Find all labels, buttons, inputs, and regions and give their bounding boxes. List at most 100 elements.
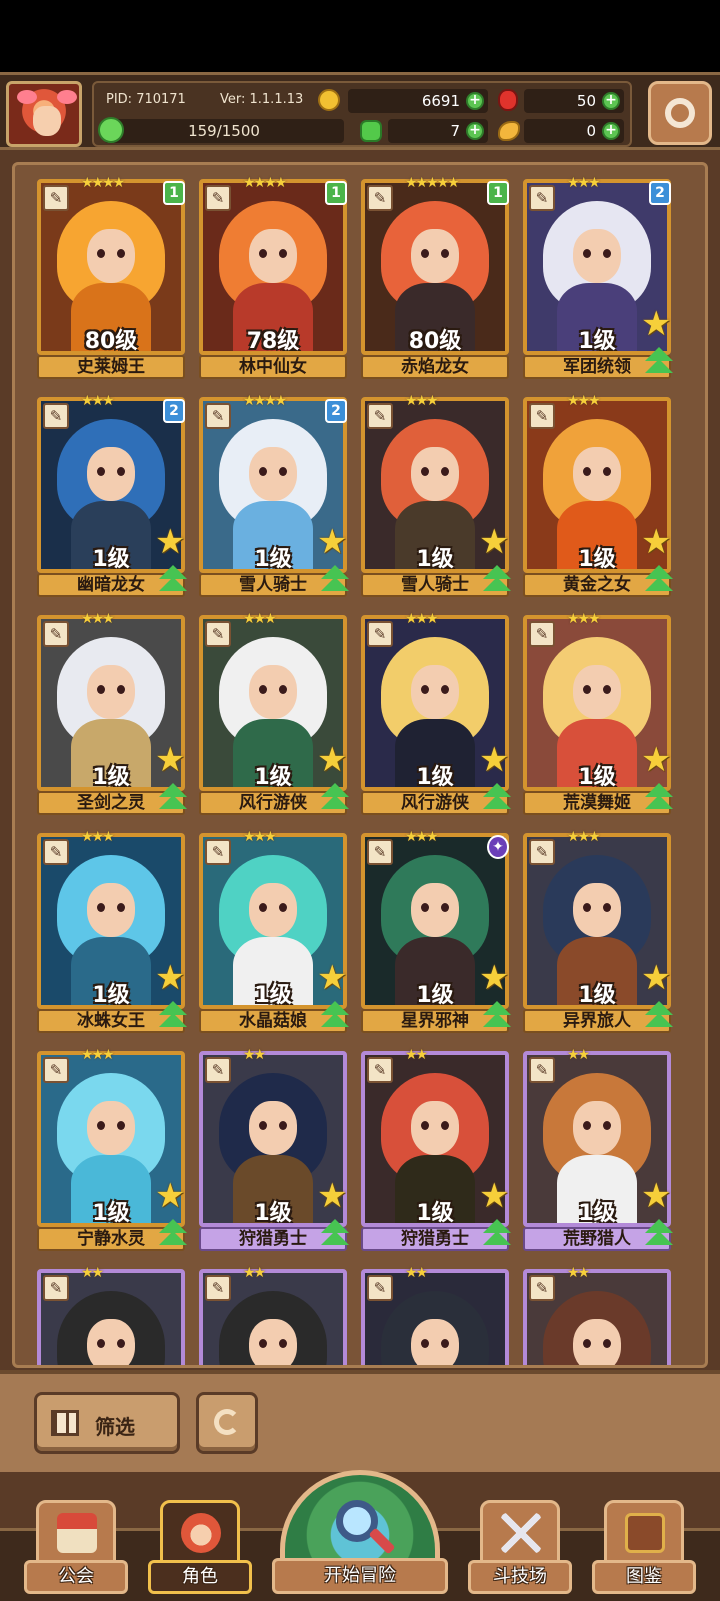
level-up-arrow-icon[interactable]	[643, 1219, 675, 1249]
hero-card[interactable]: ✎ 1级 ★★★ 水晶菇娘 ★	[199, 829, 349, 1033]
add-gold-button[interactable]: +	[466, 92, 484, 110]
hero-card[interactable]: ✎ 1级 ★★★ 风行游侠 ★	[199, 611, 349, 815]
hero-eye	[583, 1121, 591, 1130]
avatar-bow-right	[57, 90, 77, 104]
star-upgrade-icon[interactable]: ★	[479, 743, 513, 777]
level-up-arrow-icon[interactable]	[643, 565, 675, 595]
hero-card[interactable]: ✎ 80级 ★★★★ 1 史莱姆王	[37, 175, 185, 379]
level-up-arrow-icon[interactable]	[319, 783, 351, 813]
level-up-arrow-icon[interactable]	[481, 1001, 513, 1031]
hero-stars: ★★★	[405, 829, 439, 845]
level-up-arrow-icon[interactable]	[157, 1001, 189, 1031]
hero-face	[249, 883, 297, 937]
hero-card[interactable]: ✎ 1级 ★★★ 雪人骑士 ★	[361, 393, 511, 597]
level-up-arrow-icon[interactable]	[157, 783, 189, 813]
hero-eye	[117, 467, 125, 476]
filter-button[interactable]: 筛选	[34, 1392, 180, 1454]
hero-eye	[603, 1339, 611, 1348]
level-up-arrow-icon[interactable]	[319, 565, 351, 595]
refresh-button[interactable]	[196, 1392, 258, 1454]
resource-panel: PID: 710171 Ver: 1.1.1.13 6691 + 50 + 15…	[92, 81, 632, 147]
star-upgrade-icon[interactable]: ★	[641, 307, 675, 341]
add-ruby-button[interactable]: +	[602, 92, 620, 110]
star-upgrade-icon[interactable]: ★	[479, 1179, 513, 1213]
hero-eye	[583, 903, 591, 912]
hero-face	[411, 883, 459, 937]
hero-stars: ★★	[243, 1265, 266, 1281]
level-up-arrow-icon[interactable]	[643, 347, 675, 377]
nav-codex-label: 图鉴	[592, 1560, 696, 1594]
hero-card[interactable]: ✎ 1级 ★★ 荒野猎人 ★	[523, 1047, 673, 1251]
hero-eye	[441, 249, 449, 258]
hero-card[interactable]: ✎ ★★	[361, 1265, 509, 1365]
star-upgrade-icon[interactable]: ★	[155, 743, 189, 777]
hero-card[interactable]: ✎ 1级 ★★★ 圣剑之灵 ★	[37, 611, 187, 815]
settings-button[interactable]	[648, 81, 712, 145]
star-upgrade-icon[interactable]: ★	[479, 525, 513, 559]
level-up-arrow-icon[interactable]	[319, 1219, 351, 1249]
hero-card[interactable]: ✎ 1级 ★★★ 荒漠舞姬 ★	[523, 611, 673, 815]
hero-stars: ★★★	[243, 611, 277, 627]
hero-card[interactable]: ✎ 1级 ★★★★ 2 雪人骑士 ★	[199, 393, 349, 597]
hero-card[interactable]: ✎ 1级 ★★★ 宁静水灵 ★	[37, 1047, 187, 1251]
hero-stars: ★★★★	[243, 175, 287, 191]
hero-eye	[97, 685, 105, 694]
star-upgrade-icon[interactable]: ★	[317, 743, 351, 777]
class-icon: ✎	[367, 621, 393, 647]
star-upgrade-icon[interactable]: ★	[641, 1179, 675, 1213]
nav-codex[interactable]: 图鉴	[592, 1500, 696, 1596]
hero-card[interactable]: ✎ 1级 ★★★ 黄金之女 ★	[523, 393, 673, 597]
hero-face	[573, 229, 621, 283]
awaken-badge: 1	[325, 181, 347, 205]
star-upgrade-icon[interactable]: ★	[317, 961, 351, 995]
star-upgrade-icon[interactable]: ★	[641, 961, 675, 995]
hero-card[interactable]: ✎ 80级 ★★★★★ 1 赤焰龙女	[361, 175, 509, 379]
nav-arena[interactable]: 斗技场	[468, 1500, 572, 1596]
hero-card[interactable]: ✎ ★★	[37, 1265, 185, 1365]
hero-eye	[279, 249, 287, 258]
star-upgrade-icon[interactable]: ★	[317, 525, 351, 559]
level-up-arrow-icon[interactable]	[643, 1001, 675, 1031]
star-upgrade-icon[interactable]: ★	[641, 525, 675, 559]
star-upgrade-icon[interactable]: ★	[317, 1179, 351, 1213]
hero-card[interactable]: ✎ 78级 ★★★★ 1 林中仙女	[199, 175, 347, 379]
hero-eye	[421, 467, 429, 476]
level-up-arrow-icon[interactable]	[481, 783, 513, 813]
hero-card[interactable]: ✎ 1级 ★★★ 冰蛛女王 ★	[37, 829, 187, 1033]
level-up-arrow-icon[interactable]	[157, 565, 189, 595]
class-icon: ✎	[529, 621, 555, 647]
hero-eye	[279, 1121, 287, 1130]
hero-card-frame: ✎	[523, 1269, 671, 1365]
hero-eye	[421, 1339, 429, 1348]
hero-card[interactable]: ✎ ★★	[199, 1265, 347, 1365]
hero-card[interactable]: ✎ 1级 ★★★ ✦ 星界邪神 ★	[361, 829, 511, 1033]
start-adventure-button[interactable]: 开始冒险	[272, 1470, 448, 1596]
nav-character[interactable]: 角色	[148, 1500, 252, 1596]
star-upgrade-icon[interactable]: ★	[155, 525, 189, 559]
hero-card[interactable]: ✎ 1级 ★★ 狩猎勇士 ★	[199, 1047, 349, 1251]
hero-card[interactable]: ✎ 1级 ★★★ 风行游侠 ★	[361, 611, 511, 815]
book-icon	[625, 1513, 665, 1553]
level-up-arrow-icon[interactable]	[481, 1219, 513, 1249]
add-horn-button[interactable]: +	[602, 122, 620, 140]
level-up-arrow-icon[interactable]	[643, 783, 675, 813]
hero-grid[interactable]: ✎ 80级 ★★★★ 1 史莱姆王 ✎ 78级 ★★★★ 1 林中仙女 ✎ 80…	[12, 162, 708, 1368]
level-up-arrow-icon[interactable]	[157, 1219, 189, 1249]
hero-eye	[421, 903, 429, 912]
star-upgrade-icon[interactable]: ★	[479, 961, 513, 995]
hero-card[interactable]: ✎ 1级 ★★★ 2 军团统领 ★	[523, 175, 673, 379]
add-clover-button[interactable]: +	[466, 122, 484, 140]
star-upgrade-icon[interactable]: ★	[641, 743, 675, 777]
nav-guild[interactable]: 公会	[24, 1500, 128, 1596]
level-up-arrow-icon[interactable]	[319, 1001, 351, 1031]
hero-card[interactable]: ✎ ★★	[523, 1265, 671, 1365]
hero-stars: ★★★	[81, 829, 115, 845]
star-upgrade-icon[interactable]: ★	[155, 1179, 189, 1213]
hero-card[interactable]: ✎ 1级 ★★★ 异界旅人 ★	[523, 829, 673, 1033]
player-avatar[interactable]	[6, 81, 82, 147]
level-up-arrow-icon[interactable]	[481, 565, 513, 595]
hero-card[interactable]: ✎ 1级 ★★ 狩猎勇士 ★	[361, 1047, 511, 1251]
star-upgrade-icon[interactable]: ★	[155, 961, 189, 995]
hero-card[interactable]: ✎ 1级 ★★★ 2 幽暗龙女 ★	[37, 393, 187, 597]
hero-stars: ★★	[405, 1265, 428, 1281]
